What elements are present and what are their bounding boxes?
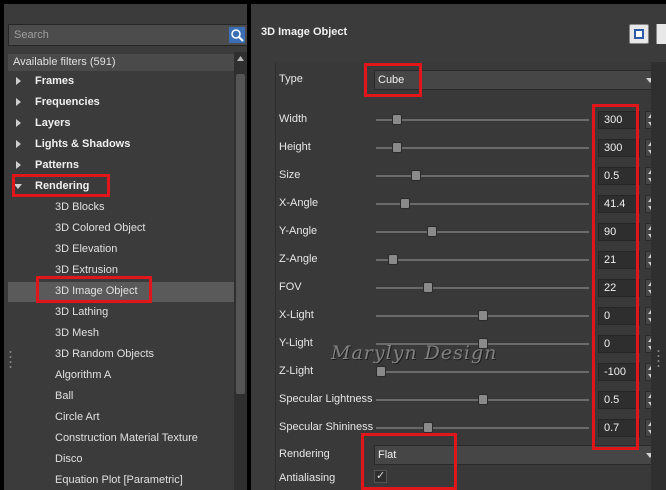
highlight-box-rendering-options [361,433,457,490]
filter-settings-panel: 3D Image Object Type Cube Width 300 Height… [251,4,666,490]
y-angle-slider-handle[interactable] [426,226,437,237]
side-button[interactable] [656,24,666,44]
width-slider-handle[interactable] [392,114,403,125]
filter-tree-header: Available filters (591) [8,54,235,71]
highlight-box-values [592,104,639,450]
expand-arrow-icon[interactable] [16,161,21,169]
x-light-label: X-Light [279,309,314,321]
scrollbar-thumb[interactable] [236,74,245,394]
available-filters-label: Available filters (591) [13,56,116,68]
expand-arrow-icon[interactable] [16,140,21,148]
filter-item[interactable]: 3D Elevation [8,240,235,260]
properties-scrollbar[interactable] [651,62,666,490]
filter-item[interactable]: Circle Art [8,408,235,428]
filter-item[interactable]: 3D Lathing [8,303,235,323]
highlight-box-type [364,63,422,97]
resize-grip-icon[interactable] [657,349,660,367]
category-label: Lights & Shadows [35,138,131,150]
resize-grip-icon[interactable] [9,350,12,368]
filter-item[interactable]: Disco [8,450,235,470]
search-box[interactable]: Search [8,24,247,46]
x-angle-label: X-Angle [279,197,319,209]
z-light-label: Z-Light [279,365,314,377]
antialiasing-label: Antialiasing [279,472,336,484]
y-angle-slider-track[interactable] [376,231,589,233]
category-lights-shadows[interactable]: Lights & Shadows [8,135,235,155]
size-slider-track[interactable] [376,175,589,177]
filter-item[interactable]: 3D Blocks [8,198,235,218]
y-light-label: Y-Light [279,337,313,349]
x-light-slider-handle[interactable] [477,310,488,321]
category-layers[interactable]: Layers [8,114,235,134]
width-label: Width [279,113,308,125]
expand-arrow-icon[interactable] [16,77,21,85]
window-icon [634,29,644,39]
type-label: Type [279,73,303,85]
filter-item[interactable]: Ball [8,387,235,407]
tree-scrollbar[interactable] [234,52,247,490]
highlight-box-selected-filter [36,276,152,303]
filter-browser-panel: Search Available filters (591) Frames Fr… [4,4,247,490]
specular-shininess-slider-handle[interactable] [422,422,433,433]
y-angle-label: Y-Angle [279,225,318,237]
filter-item[interactable]: Equation Plot [Parametric] [8,471,235,490]
category-label: Frames [35,75,75,87]
scroll-up-icon[interactable] [236,54,245,63]
z-angle-label: Z-Angle [279,253,318,265]
filter-item[interactable]: 3D Colored Object [8,219,235,239]
x-angle-slider-handle[interactable] [400,198,411,209]
filter-item[interactable]: Construction Material Texture [8,429,235,449]
category-label: Layers [35,117,71,129]
fov-slider-track[interactable] [376,287,589,289]
height-label: Height [279,141,311,153]
highlight-box-rendering [12,174,110,197]
dock-window-button[interactable] [629,24,649,44]
specular-lightness-label: Specular Lightness [279,393,373,405]
watermark: Marylyn Design [331,342,498,364]
expand-arrow-icon[interactable] [16,119,21,127]
filter-item[interactable]: 3D Random Objects [8,345,235,365]
search-icon[interactable] [229,27,245,43]
size-slider-handle[interactable] [410,170,421,181]
z-light-slider-track[interactable] [376,371,589,373]
filter-item[interactable]: 3D Mesh [8,324,235,344]
expand-arrow-icon[interactable] [16,98,21,106]
panel-title: 3D Image Object [261,26,348,38]
fov-label: FOV [279,281,302,293]
width-slider-track[interactable] [376,119,589,121]
category-frames[interactable]: Frames [8,72,235,92]
height-slider-handle[interactable] [392,142,403,153]
z-angle-slider-handle[interactable] [388,254,399,265]
height-slider-track[interactable] [376,147,589,149]
filter-tree: Available filters (591) Frames Frequenci… [8,50,238,490]
size-label: Size [279,169,301,181]
category-patterns[interactable]: Patterns [8,156,235,176]
z-light-slider-handle[interactable] [376,366,386,377]
category-label: Frequencies [35,96,100,108]
z-angle-slider-track[interactable] [376,259,589,261]
specular-shininess-label: Specular Shininess [279,421,374,433]
specular-shininess-slider-track[interactable] [376,427,589,429]
specular-lightness-slider-handle[interactable] [477,394,488,405]
filter-item[interactable]: Algorithm A [8,366,235,386]
fov-slider-handle[interactable] [422,282,433,293]
rendering-label: Rendering [279,448,330,460]
search-input[interactable]: Search [14,29,49,41]
category-label: Patterns [35,159,80,171]
category-frequencies[interactable]: Frequencies [8,93,235,113]
